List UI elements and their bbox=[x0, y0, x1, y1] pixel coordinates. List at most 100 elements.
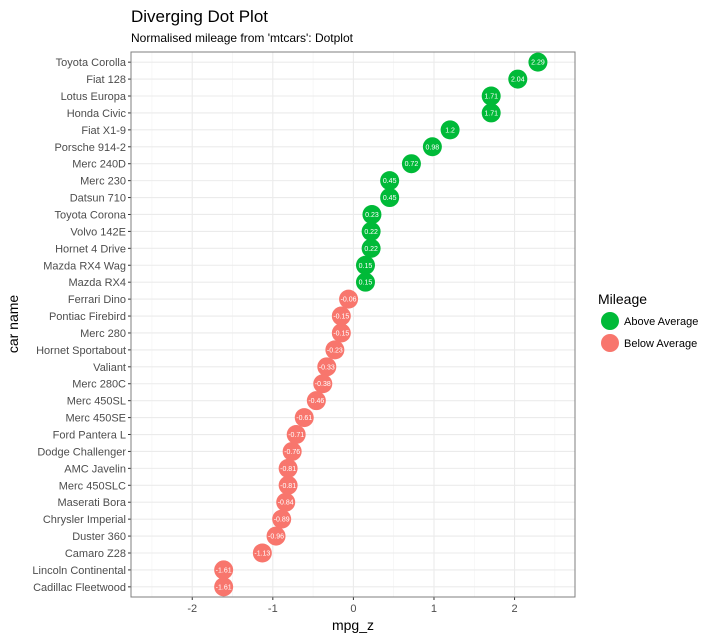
data-point: -0.61 bbox=[294, 408, 314, 428]
dot-label: -0.81 bbox=[280, 483, 296, 490]
x-tick-label: 0 bbox=[350, 603, 356, 615]
legend-label-below-average: Below Average bbox=[624, 338, 697, 350]
x-axis: -2 -1 0 1 2 bbox=[187, 597, 518, 615]
data-point: -0.89 bbox=[272, 509, 292, 529]
dot-label: 0.15 bbox=[359, 263, 373, 270]
y-tick-label: Fiat 128 bbox=[86, 74, 126, 86]
dot-label: 0.45 bbox=[383, 195, 397, 202]
data-point: -1.13 bbox=[252, 543, 272, 563]
dot-label: -0.33 bbox=[319, 364, 335, 371]
data-point: -0.38 bbox=[313, 374, 333, 394]
data-point: 1.71 bbox=[481, 103, 501, 123]
y-axis: Toyota Corolla Fiat 128 Lotus Europa Honda … bbox=[32, 57, 131, 594]
legend-label-above-average: Above Average bbox=[624, 316, 698, 328]
y-tick-label: Dodge Challenger bbox=[37, 446, 126, 458]
x-tick-label: 2 bbox=[512, 603, 518, 615]
dot-label: 0.22 bbox=[364, 229, 378, 236]
y-tick-label: Merc 450SL bbox=[67, 396, 126, 408]
dot-label: -0.15 bbox=[333, 330, 349, 337]
y-tick-label: Mazda RX4 Wag bbox=[43, 260, 126, 272]
legend-entry-below-average: Below Average bbox=[601, 334, 697, 352]
y-tick-label: Duster 360 bbox=[72, 531, 126, 543]
dot-label: 0.15 bbox=[359, 280, 373, 287]
data-point: -0.76 bbox=[282, 441, 302, 461]
data-point: -0.46 bbox=[306, 391, 326, 411]
data-point: 1.71 bbox=[481, 86, 501, 106]
data-point: 0.23 bbox=[362, 204, 382, 224]
y-tick-label: Porsche 914-2 bbox=[54, 142, 126, 154]
dot-label: -0.15 bbox=[333, 314, 349, 321]
dot-label: -0.61 bbox=[296, 415, 312, 422]
dot-label: -0.96 bbox=[268, 534, 284, 541]
data-point: 2.04 bbox=[508, 69, 528, 89]
data-point: 0.22 bbox=[361, 238, 381, 258]
data-point: -0.81 bbox=[278, 458, 298, 478]
data-point: -0.84 bbox=[276, 492, 296, 512]
legend-key-below-average bbox=[601, 334, 619, 352]
data-point: -1.61 bbox=[214, 560, 234, 580]
data-point: 1.2 bbox=[440, 120, 460, 140]
data-point: 2.29 bbox=[528, 52, 548, 72]
y-tick-label: Lincoln Continental bbox=[32, 565, 126, 577]
legend-entry-above-average: Above Average bbox=[601, 312, 698, 330]
y-tick-label: Merc 240D bbox=[72, 159, 126, 171]
y-tick-label: Fiat X1-9 bbox=[81, 125, 126, 137]
y-axis-title: car name bbox=[5, 295, 21, 354]
data-point: 0.45 bbox=[380, 188, 400, 208]
y-tick-label: AMC Javelin bbox=[64, 463, 126, 475]
y-tick-label: Volvo 142E bbox=[70, 226, 126, 238]
data-point: -0.81 bbox=[278, 475, 298, 495]
y-tick-label: Hornet Sportabout bbox=[36, 345, 126, 357]
dot-label: 0.22 bbox=[364, 246, 378, 253]
y-tick-label: Chrysler Imperial bbox=[43, 514, 126, 526]
y-tick-label: Toyota Corona bbox=[54, 209, 126, 221]
data-point: -0.71 bbox=[286, 425, 306, 445]
chart-subtitle: Normalised mileage from 'mtcars': Dotplo… bbox=[131, 31, 354, 45]
dot-label: -0.23 bbox=[327, 347, 343, 354]
data-point: -0.06 bbox=[339, 289, 359, 309]
data-point: -0.23 bbox=[325, 340, 345, 360]
dot-label: -0.06 bbox=[341, 297, 357, 304]
data-point: 0.98 bbox=[422, 137, 442, 157]
chart-title: Diverging Dot Plot bbox=[131, 7, 268, 26]
data-point: -0.15 bbox=[331, 306, 351, 326]
x-tick-label: -1 bbox=[268, 603, 278, 615]
y-tick-label: Ford Pantera L bbox=[53, 430, 126, 442]
legend: Mileage Above Average Below Average bbox=[598, 291, 698, 352]
dot-label: -0.76 bbox=[284, 449, 300, 456]
legend-key-above-average bbox=[601, 312, 619, 330]
dot-label: 0.45 bbox=[383, 178, 397, 185]
y-tick-label: Merc 450SLC bbox=[59, 480, 126, 492]
data-point: 0.22 bbox=[361, 221, 381, 241]
dot-label: 0.23 bbox=[365, 212, 379, 219]
y-tick-label: Merc 230 bbox=[80, 176, 126, 188]
dot-label: 0.72 bbox=[405, 161, 419, 168]
data-point: 0.15 bbox=[355, 272, 375, 292]
dot-label: -0.81 bbox=[280, 466, 296, 473]
dot-label: 0.98 bbox=[426, 144, 440, 151]
diverging-dot-plot: Diverging Dot Plot Normalised mileage fr… bbox=[5, 7, 698, 633]
data-point: 0.45 bbox=[380, 171, 400, 191]
y-tick-label: Datsun 710 bbox=[70, 193, 126, 205]
y-tick-label: Ferrari Dino bbox=[68, 294, 126, 306]
dot-label: -0.38 bbox=[315, 381, 331, 388]
y-tick-label: Mazda RX4 bbox=[69, 277, 126, 289]
x-axis-title: mpg_z bbox=[332, 617, 374, 633]
y-tick-label: Toyota Corolla bbox=[56, 57, 127, 69]
data-point: -0.15 bbox=[331, 323, 351, 343]
data-point: 0.72 bbox=[401, 154, 421, 174]
dot-label: 1.71 bbox=[484, 94, 498, 101]
grid bbox=[131, 52, 575, 597]
data-point: -0.33 bbox=[317, 357, 337, 377]
dot-label: -0.89 bbox=[274, 517, 290, 524]
dot-label: 1.2 bbox=[445, 127, 455, 134]
dot-label: -1.61 bbox=[216, 584, 232, 591]
legend-title: Mileage bbox=[598, 291, 647, 307]
dot-label: 2.04 bbox=[511, 77, 525, 84]
x-tick-label: 1 bbox=[431, 603, 437, 615]
y-tick-label: Valiant bbox=[93, 362, 126, 374]
dot-label: -0.84 bbox=[278, 500, 294, 507]
x-tick-label: -2 bbox=[187, 603, 197, 615]
data-point: 0.15 bbox=[355, 255, 375, 275]
dot-label: -0.46 bbox=[308, 398, 324, 405]
